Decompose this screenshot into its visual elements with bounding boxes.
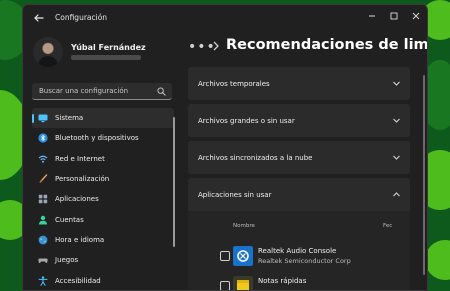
globe-icon (38, 235, 48, 245)
app-name: Realtek Audio Console (258, 247, 337, 255)
chevron-down-icon (393, 118, 400, 123)
settings-window: Configuración Yúbal Fernández Buscar una… (22, 4, 428, 291)
unused-apps-list: Nombre Fec Realtek Audio Console Realtek… (188, 211, 410, 290)
column-header-date[interactable]: Fec (383, 223, 392, 229)
sidebar-nav: Sistema Bluetooth y dispositivos Red e I… (32, 108, 174, 290)
chevron-down-icon (393, 81, 400, 86)
search-input[interactable]: Buscar una configuración (32, 83, 172, 100)
sidebar-item-label: Cuentas (55, 215, 84, 224)
section-archivos-nube[interactable]: Archivos sincronizados a la nube (188, 141, 410, 174)
section-aplicaciones-sin-usar[interactable]: Aplicaciones sin usar (188, 178, 410, 211)
sidebar-scrollbar[interactable] (173, 117, 175, 247)
sidebar-item-label: Red e Internet (55, 154, 105, 163)
section-archivos-temporales[interactable]: Archivos temporales (188, 67, 410, 100)
bluetooth-icon (38, 133, 48, 144)
sidebar-item-sistema[interactable]: Sistema (32, 108, 174, 129)
sidebar-item-red[interactable]: Red e Internet (32, 149, 174, 169)
realtek-app-icon (233, 246, 253, 266)
close-button[interactable] (405, 5, 427, 27)
person-icon (39, 215, 47, 225)
title-bar: Configuración (23, 5, 427, 31)
minimize-icon (369, 15, 375, 17)
sidebar-item-label: Accesibilidad (55, 276, 101, 285)
window-controls (361, 5, 427, 31)
column-header-name[interactable]: Nombre (233, 223, 255, 229)
sidebar-item-label: Personalización (55, 175, 110, 184)
sidebar-item-personalizacion[interactable]: Personalización (32, 169, 174, 189)
list-item[interactable]: Realtek Audio Console Realtek Semiconduc… (188, 243, 410, 271)
search-placeholder: Buscar una configuración (39, 87, 129, 95)
search-icon (157, 87, 166, 96)
apps-icon (38, 195, 48, 204)
section-label: Aplicaciones sin usar (198, 190, 272, 199)
brush-icon (39, 174, 48, 183)
avatar (33, 37, 63, 67)
chevron-up-icon (393, 192, 400, 197)
chevron-right-icon (213, 41, 219, 51)
list-item[interactable]: Notas rápidas (188, 273, 410, 290)
sidebar-item-label: Aplicaciones (55, 195, 99, 204)
sidebar-item-bluetooth[interactable]: Bluetooth y dispositivos (32, 128, 174, 148)
user-name: Yúbal Fernández (71, 43, 146, 52)
content-scrollbar[interactable] (423, 75, 425, 275)
sidebar-item-label: Sistema (55, 114, 84, 123)
chevron-down-icon (393, 155, 400, 160)
accessibility-icon (38, 275, 48, 286)
sidebar-item-cuentas[interactable]: Cuentas (32, 209, 174, 229)
sidebar-item-accesibilidad[interactable]: Accesibilidad (32, 270, 174, 290)
sticky-notes-icon (233, 276, 253, 290)
page-title: Recomendaciones de limpieza (226, 37, 428, 53)
gamepad-icon (38, 258, 48, 264)
section-archivos-grandes[interactable]: Archivos grandes o sin usar (188, 104, 410, 137)
app-name: Notas rápidas (258, 277, 307, 285)
section-label: Archivos temporales (198, 79, 270, 88)
monitor-icon (38, 114, 48, 123)
sidebar-item-hora[interactable]: Hora e idioma (32, 230, 174, 250)
app-checkbox[interactable] (220, 281, 230, 290)
back-arrow-icon[interactable] (32, 11, 46, 25)
sidebar-item-label: Hora e idioma (55, 235, 105, 244)
sidebar-item-juegos[interactable]: Juegos (32, 250, 174, 270)
sidebar-item-label: Bluetooth y dispositivos (55, 134, 139, 143)
window-title: Configuración (55, 13, 108, 22)
wifi-icon (38, 155, 48, 163)
section-label: Archivos grandes o sin usar (198, 116, 295, 125)
app-publisher: Realtek Semiconductor Corp (258, 257, 351, 265)
maximize-icon (390, 12, 398, 20)
sidebar-item-label: Juegos (55, 256, 79, 265)
sidebar-item-aplicaciones[interactable]: Aplicaciones (32, 189, 174, 209)
section-label: Archivos sincronizados a la nube (198, 153, 313, 162)
app-checkbox[interactable] (220, 251, 230, 261)
user-profile[interactable]: Yúbal Fernández (33, 37, 183, 69)
minimize-button[interactable] (361, 5, 383, 27)
close-icon (412, 12, 420, 20)
maximize-button[interactable] (383, 5, 405, 27)
user-email-redacted (71, 55, 141, 60)
